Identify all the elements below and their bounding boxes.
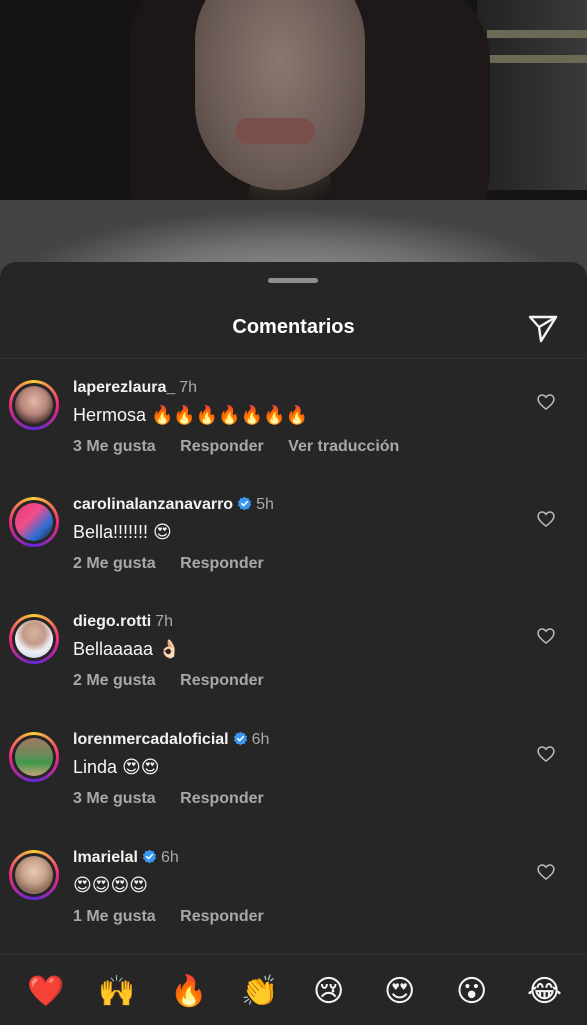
verified-badge-icon xyxy=(142,849,156,864)
emoji-laughing-button[interactable]: 😂 xyxy=(527,977,562,1007)
translate-button[interactable]: Ver traducción xyxy=(288,438,399,455)
reply-button[interactable]: Responder xyxy=(180,790,264,807)
comment-time: 5h xyxy=(256,496,274,513)
like-button[interactable] xyxy=(536,392,556,412)
comment-username[interactable]: lmarielal xyxy=(73,849,138,866)
heart-outline-icon xyxy=(537,394,555,411)
comment-item: lmarielal 6h 😍😍😍😍 1 Me gusta Responder xyxy=(0,849,587,960)
likes-count[interactable]: 1 Me gusta xyxy=(73,908,156,925)
heart-outline-icon xyxy=(537,511,555,528)
like-button[interactable] xyxy=(536,509,556,529)
comment-time: 7h xyxy=(155,613,174,630)
emoji-surprised-button[interactable]: 😮 xyxy=(456,977,487,1007)
avatar[interactable] xyxy=(9,614,59,664)
avatar[interactable] xyxy=(9,850,59,900)
emoji-clap-button[interactable]: 👏 xyxy=(241,977,278,1007)
comment-time: 7h xyxy=(179,379,198,396)
like-button[interactable] xyxy=(536,744,556,764)
emoji-raised-hands-button[interactable]: 🙌 xyxy=(98,977,135,1007)
comment-text: Linda 😍😍 xyxy=(73,757,160,777)
comment-username[interactable]: lorenmercadaloficial xyxy=(73,731,229,748)
likes-count[interactable]: 3 Me gusta xyxy=(73,790,156,807)
comment-text: Bellaaaaa 👌🏻 xyxy=(73,639,181,659)
comment-username[interactable]: laperezlaura_ xyxy=(73,379,175,396)
background-window xyxy=(477,0,587,190)
avatar[interactable] xyxy=(9,732,59,782)
comment-text: 😍😍😍😍 xyxy=(73,875,149,895)
heart-outline-icon xyxy=(537,628,555,645)
comment-text: Bella!!!!!!! 😍 xyxy=(73,522,172,542)
likes-count[interactable]: 2 Me gusta xyxy=(73,672,156,689)
emoji-reaction-bar: ❤️ 🙌 🔥 👏 😢 😍 😮 😂 xyxy=(0,954,587,1025)
like-button[interactable] xyxy=(536,862,556,882)
comment-time: 6h xyxy=(160,849,179,866)
avatar[interactable] xyxy=(9,380,59,430)
paper-plane-icon xyxy=(528,315,558,343)
reply-button[interactable]: Responder xyxy=(180,438,264,455)
heart-outline-icon xyxy=(537,746,555,763)
comment-username[interactable]: carolinalanzanavarro xyxy=(73,496,233,513)
post-photo xyxy=(0,0,587,280)
likes-count[interactable]: 3 Me gusta xyxy=(73,438,156,455)
emoji-crying-button[interactable]: 😢 xyxy=(313,977,344,1007)
comment-text: Hermosa 🔥🔥🔥🔥🔥🔥🔥 xyxy=(73,405,308,425)
comment-username[interactable]: diego.rotti xyxy=(73,613,151,630)
heart-outline-icon xyxy=(537,864,555,881)
verified-badge-icon xyxy=(238,496,252,511)
reply-button[interactable]: Responder xyxy=(180,908,264,925)
reply-button[interactable]: Responder xyxy=(180,555,264,572)
emoji-heart-eyes-button[interactable]: 😍 xyxy=(384,977,415,1007)
comment-item: lorenmercadaloficial 6h Linda 😍😍 3 Me gus… xyxy=(0,731,587,842)
reply-button[interactable]: Responder xyxy=(180,672,264,689)
emoji-fire-button[interactable]: 🔥 xyxy=(170,977,207,1007)
comment-item: carolinalanzanavarro 5h Bella!!!!!!! 😍 2 … xyxy=(0,496,587,607)
emoji-heart-button[interactable]: ❤️ xyxy=(27,977,64,1007)
header-divider xyxy=(0,358,587,359)
like-button[interactable] xyxy=(536,626,556,646)
comment-item: diego.rotti 7h Bellaaaaa 👌🏻 2 Me gusta Re… xyxy=(0,613,587,724)
comment-time: 6h xyxy=(251,731,270,748)
avatar[interactable] xyxy=(9,497,59,547)
sheet-title: Comentarios xyxy=(232,316,355,338)
comment-item: laperezlaura_ 7h Hermosa 🔥🔥🔥🔥🔥🔥🔥 3 Me gus… xyxy=(0,379,587,490)
likes-count[interactable]: 2 Me gusta xyxy=(73,555,156,572)
sheet-drag-handle[interactable] xyxy=(268,278,318,283)
verified-badge-icon xyxy=(233,731,247,746)
share-button[interactable] xyxy=(526,310,560,344)
